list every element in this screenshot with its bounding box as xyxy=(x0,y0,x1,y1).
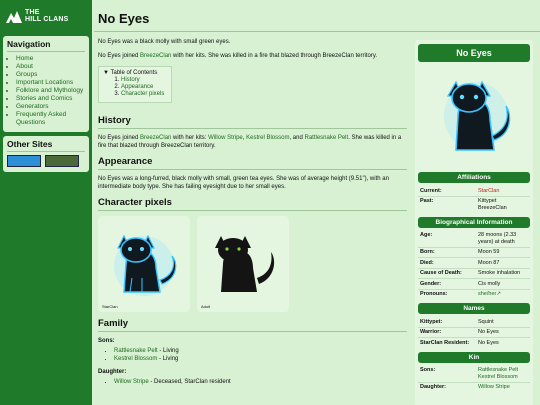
kin-daughter-label: Daughter: xyxy=(420,384,446,390)
family-sons-label: Sons: xyxy=(98,338,115,344)
starclan-resident-value: No Eyes xyxy=(478,339,499,346)
other-site-banner-2[interactable] xyxy=(45,155,79,167)
site-logo[interactable]: THE HILL CLANS xyxy=(0,0,92,32)
character-pixels-heading: Character pixels xyxy=(98,197,407,211)
pronouns-label: Pronouns: xyxy=(420,291,448,297)
cause-value: Smoke inhalation xyxy=(478,270,521,276)
other-site-banner-1[interactable] xyxy=(7,155,41,167)
link-rattlesnake-pelt[interactable]: Rattlesnake Pelt xyxy=(304,135,348,141)
link-willow-stripe[interactable]: Willow Stripe xyxy=(208,135,243,141)
age-value: 28 moons (2.33 years) at death xyxy=(478,232,517,245)
pronouns-link[interactable]: she/her xyxy=(478,291,496,297)
nav-item-home[interactable]: Home xyxy=(16,55,33,62)
bio-heading: Biographical Information xyxy=(418,216,530,228)
born-value: Moon 59 xyxy=(478,249,500,255)
names-heading: Names xyxy=(418,303,530,314)
infobox-title: No Eyes xyxy=(418,44,530,62)
family-daughter-link[interactable]: Willow Stripe xyxy=(114,379,149,385)
other-sites-title: Other Sites xyxy=(7,139,85,152)
died-label: Died: xyxy=(420,259,434,266)
adult-cat-pixel-image xyxy=(215,236,275,292)
toc-item-history[interactable]: History xyxy=(121,77,140,83)
page-title: No Eyes xyxy=(94,4,540,32)
logo-mountain-icon xyxy=(6,11,22,23)
nav-item-about[interactable]: About xyxy=(16,63,33,70)
cause-label: Cause of Death: xyxy=(420,270,462,276)
character-infobox: No Eyes Affiliations Current: StarClan Pa… xyxy=(415,40,533,405)
kin-sons-value[interactable]: Rattlesnake Pelt Kestrel Blossom xyxy=(478,367,528,380)
navigation-box: Navigation Home About Groups Important L… xyxy=(3,36,89,132)
died-value: Moon 87 xyxy=(478,259,500,266)
appearance-heading: Appearance xyxy=(98,156,407,170)
pixel-caption-starclan: StarClan xyxy=(102,304,118,309)
sidebar: THE HILL CLANS Navigation Home About Gro… xyxy=(0,0,92,405)
logo-text: THE HILL CLANS xyxy=(25,9,69,23)
gender-value: Cis molly xyxy=(478,280,501,287)
external-link-icon: ↗ xyxy=(496,291,501,297)
toc-item-character-pixels[interactable]: Character pixels xyxy=(121,91,164,97)
nav-item-faq[interactable]: Frequently Asked Questions xyxy=(16,111,66,126)
nav-item-folklore[interactable]: Folklore and Mythology xyxy=(16,87,83,94)
born-label: Born: xyxy=(420,249,435,255)
starclan-resident-label: StarClan Resident: xyxy=(420,339,470,346)
past-value: Kittypet BreezeClan xyxy=(478,198,507,211)
kin-daughter-value[interactable]: Willow Stripe xyxy=(478,384,528,391)
current-value[interactable]: StarClan xyxy=(478,188,528,195)
nav-item-stories[interactable]: Stories and Comics xyxy=(16,95,72,102)
starclan-cat-pixel-image xyxy=(114,234,177,296)
history-heading: History xyxy=(98,115,407,129)
warrior-value: No Eyes xyxy=(478,329,499,335)
warrior-label: Warrior: xyxy=(420,329,442,335)
pixel-card-adult[interactable]: Adult xyxy=(197,216,289,312)
appearance-paragraph: No Eyes was a long-furred, black molly w… xyxy=(98,176,389,190)
intro-paragraph-2: No Eyes joined BreezeClan with her kits.… xyxy=(98,53,378,59)
pixel-caption-adult: Adult xyxy=(201,304,211,309)
kittypet-value: Squint xyxy=(478,318,494,325)
pixel-card-starclan[interactable]: StarClan xyxy=(98,216,190,312)
kin-heading: Kin xyxy=(418,351,530,363)
family-son-link[interactable]: Kestrel Blossom xyxy=(114,356,157,362)
list-item: Kestrel Blossom - Living xyxy=(114,356,407,364)
affiliations-heading: Affiliations xyxy=(418,172,530,183)
kin-sons-label: Sons: xyxy=(420,367,436,373)
toc-title: Table of Contents xyxy=(110,70,158,76)
nav-item-generators[interactable]: Generators xyxy=(16,103,49,110)
infobox-cat-image xyxy=(444,80,511,151)
toc-item-appearance[interactable]: Appearance xyxy=(121,84,153,90)
intro-paragraph: No Eyes was a black molly with small gre… xyxy=(98,39,231,45)
history-paragraph: No Eyes joined BreezeClan with her kits:… xyxy=(98,135,402,149)
navigation-title: Navigation xyxy=(7,39,85,52)
link-breezeclan-history[interactable]: BreezeClan xyxy=(140,135,171,141)
kittypet-label: Kittypet: xyxy=(420,318,443,325)
age-label: Age: xyxy=(420,232,433,238)
article-body: No Eyes was a black molly with small gre… xyxy=(98,38,407,387)
nav-item-groups[interactable]: Groups xyxy=(16,71,37,78)
list-item: Rattlesnake Pelt - Living xyxy=(114,348,407,356)
family-son-link[interactable]: Rattlesnake Pelt xyxy=(114,348,158,354)
main-content: No Eyes No Eyes was a black molly with s… xyxy=(94,4,540,405)
toc-toggle-icon[interactable]: ▼ xyxy=(103,70,111,76)
infobox-portrait xyxy=(418,62,530,168)
list-item: Willow Stripe - Deceased, StarClan resid… xyxy=(114,379,407,387)
link-kestrel-blossom[interactable]: Kestrel Blossom xyxy=(246,135,289,141)
family-heading: Family xyxy=(98,318,407,332)
nav-item-important-locations[interactable]: Important Locations xyxy=(16,79,73,86)
past-label: Past: xyxy=(420,198,434,204)
table-of-contents: ▼ Table of Contents History Appearance C… xyxy=(98,66,173,103)
current-label: Current: xyxy=(420,187,442,194)
other-sites-box: Other Sites xyxy=(3,136,89,172)
gender-label: Gender: xyxy=(420,280,442,287)
link-breezeclan[interactable]: BreezeClan xyxy=(140,53,171,59)
family-daughter-label: Daughter: xyxy=(98,369,127,375)
